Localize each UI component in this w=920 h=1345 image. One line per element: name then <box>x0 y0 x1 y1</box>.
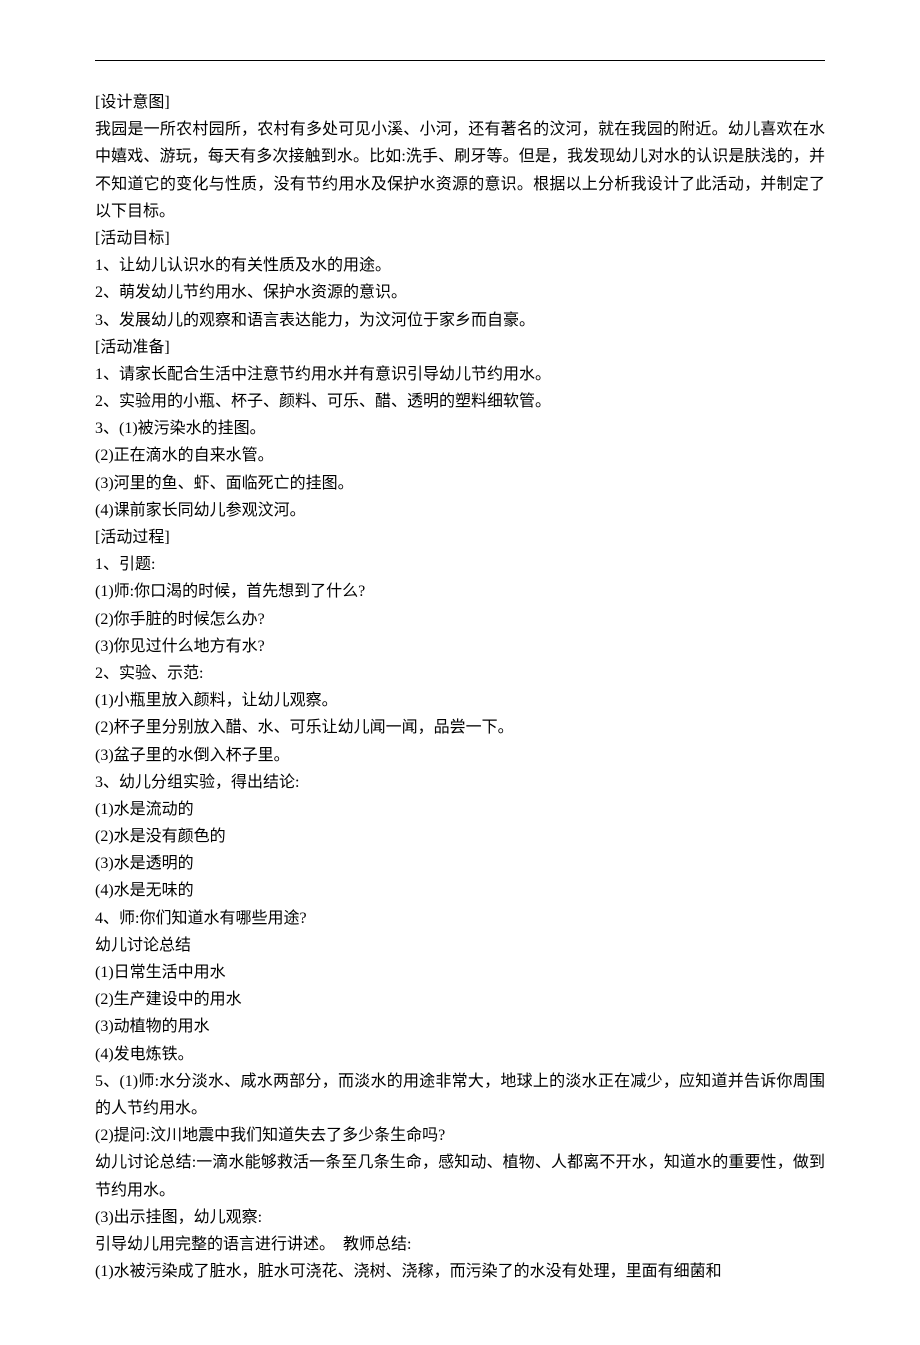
step5-line: 幼儿讨论总结:一滴水能够救活一条至几条生命，感知动、植物、人都离不开水，知道水的… <box>95 1149 825 1203</box>
section-header-prep: [活动准备] <box>95 334 825 361</box>
step3-item: (3)水是透明的 <box>95 850 825 877</box>
step2-item: (1)小瓶里放入颜料，让幼儿观察。 <box>95 687 825 714</box>
step5-line: (1)水被污染成了脏水，脏水可浇花、浇树、浇稼，而污染了的水没有处理，里面有细菌… <box>95 1258 825 1285</box>
prep-item: 2、实验用的小瓶、杯子、颜料、可乐、醋、透明的塑料细软管。 <box>95 388 825 415</box>
step5-line: 引导幼儿用完整的语言进行讲述。 教师总结: <box>95 1231 825 1258</box>
prep-item: 3、(1)被污染水的挂图。 <box>95 415 825 442</box>
step1-item: (1)师:你口渴的时候，首先想到了什么? <box>95 578 825 605</box>
step1-item: (3)你见过什么地方有水? <box>95 633 825 660</box>
section-header-design-intent: [设计意图] <box>95 89 825 116</box>
step4-item: (2)生产建设中的用水 <box>95 986 825 1013</box>
step4-item: (4)发电炼铁。 <box>95 1041 825 1068</box>
goal-item: 2、萌发幼儿节约用水、保护水资源的意识。 <box>95 279 825 306</box>
prep-item: (3)河里的鱼、虾、面临死亡的挂图。 <box>95 470 825 497</box>
prep-item: (2)正在滴水的自来水管。 <box>95 442 825 469</box>
step4-item: (3)动植物的用水 <box>95 1013 825 1040</box>
prep-item: 1、请家长配合生活中注意节约用水并有意识引导幼儿节约用水。 <box>95 361 825 388</box>
goal-item: 3、发展幼儿的观察和语言表达能力，为汶河位于家乡而自豪。 <box>95 307 825 334</box>
step3-item: (4)水是无味的 <box>95 877 825 904</box>
step3-item: (1)水是流动的 <box>95 796 825 823</box>
prep-item: (4)课前家长同幼儿参观汶河。 <box>95 497 825 524</box>
step4-header: 4、师:你们知道水有哪些用途? <box>95 905 825 932</box>
step5-line: (3)出示挂图，幼儿观察: <box>95 1204 825 1231</box>
top-rule <box>95 60 825 61</box>
step1-item: (2)你手脏的时候怎么办? <box>95 606 825 633</box>
step4-sub: 幼儿讨论总结 <box>95 932 825 959</box>
step4-item: (1)日常生活中用水 <box>95 959 825 986</box>
document-page: [设计意图] 我园是一所农村园所，农村有多处可见小溪、小河，还有著名的汶河，就在… <box>0 0 920 1345</box>
step1-header: 1、引题: <box>95 551 825 578</box>
step3-item: (2)水是没有颜色的 <box>95 823 825 850</box>
step2-item: (2)杯子里分别放入醋、水、可乐让幼儿闻一闻，品尝一下。 <box>95 714 825 741</box>
step2-header: 2、实验、示范: <box>95 660 825 687</box>
step2-item: (3)盆子里的水倒入杯子里。 <box>95 742 825 769</box>
step5-line: (2)提问:汶川地震中我们知道失去了多少条生命吗? <box>95 1122 825 1149</box>
section-header-process: [活动过程] <box>95 524 825 551</box>
goal-item: 1、让幼儿认识水的有关性质及水的用途。 <box>95 252 825 279</box>
step3-header: 3、幼儿分组实验，得出结论: <box>95 769 825 796</box>
step5-line: 5、(1)师:水分淡水、咸水两部分，而淡水的用途非常大，地球上的淡水正在减少，应… <box>95 1068 825 1122</box>
design-intent-body: 我园是一所农村园所，农村有多处可见小溪、小河，还有著名的汶河，就在我园的附近。幼… <box>95 116 825 225</box>
section-header-goals: [活动目标] <box>95 225 825 252</box>
